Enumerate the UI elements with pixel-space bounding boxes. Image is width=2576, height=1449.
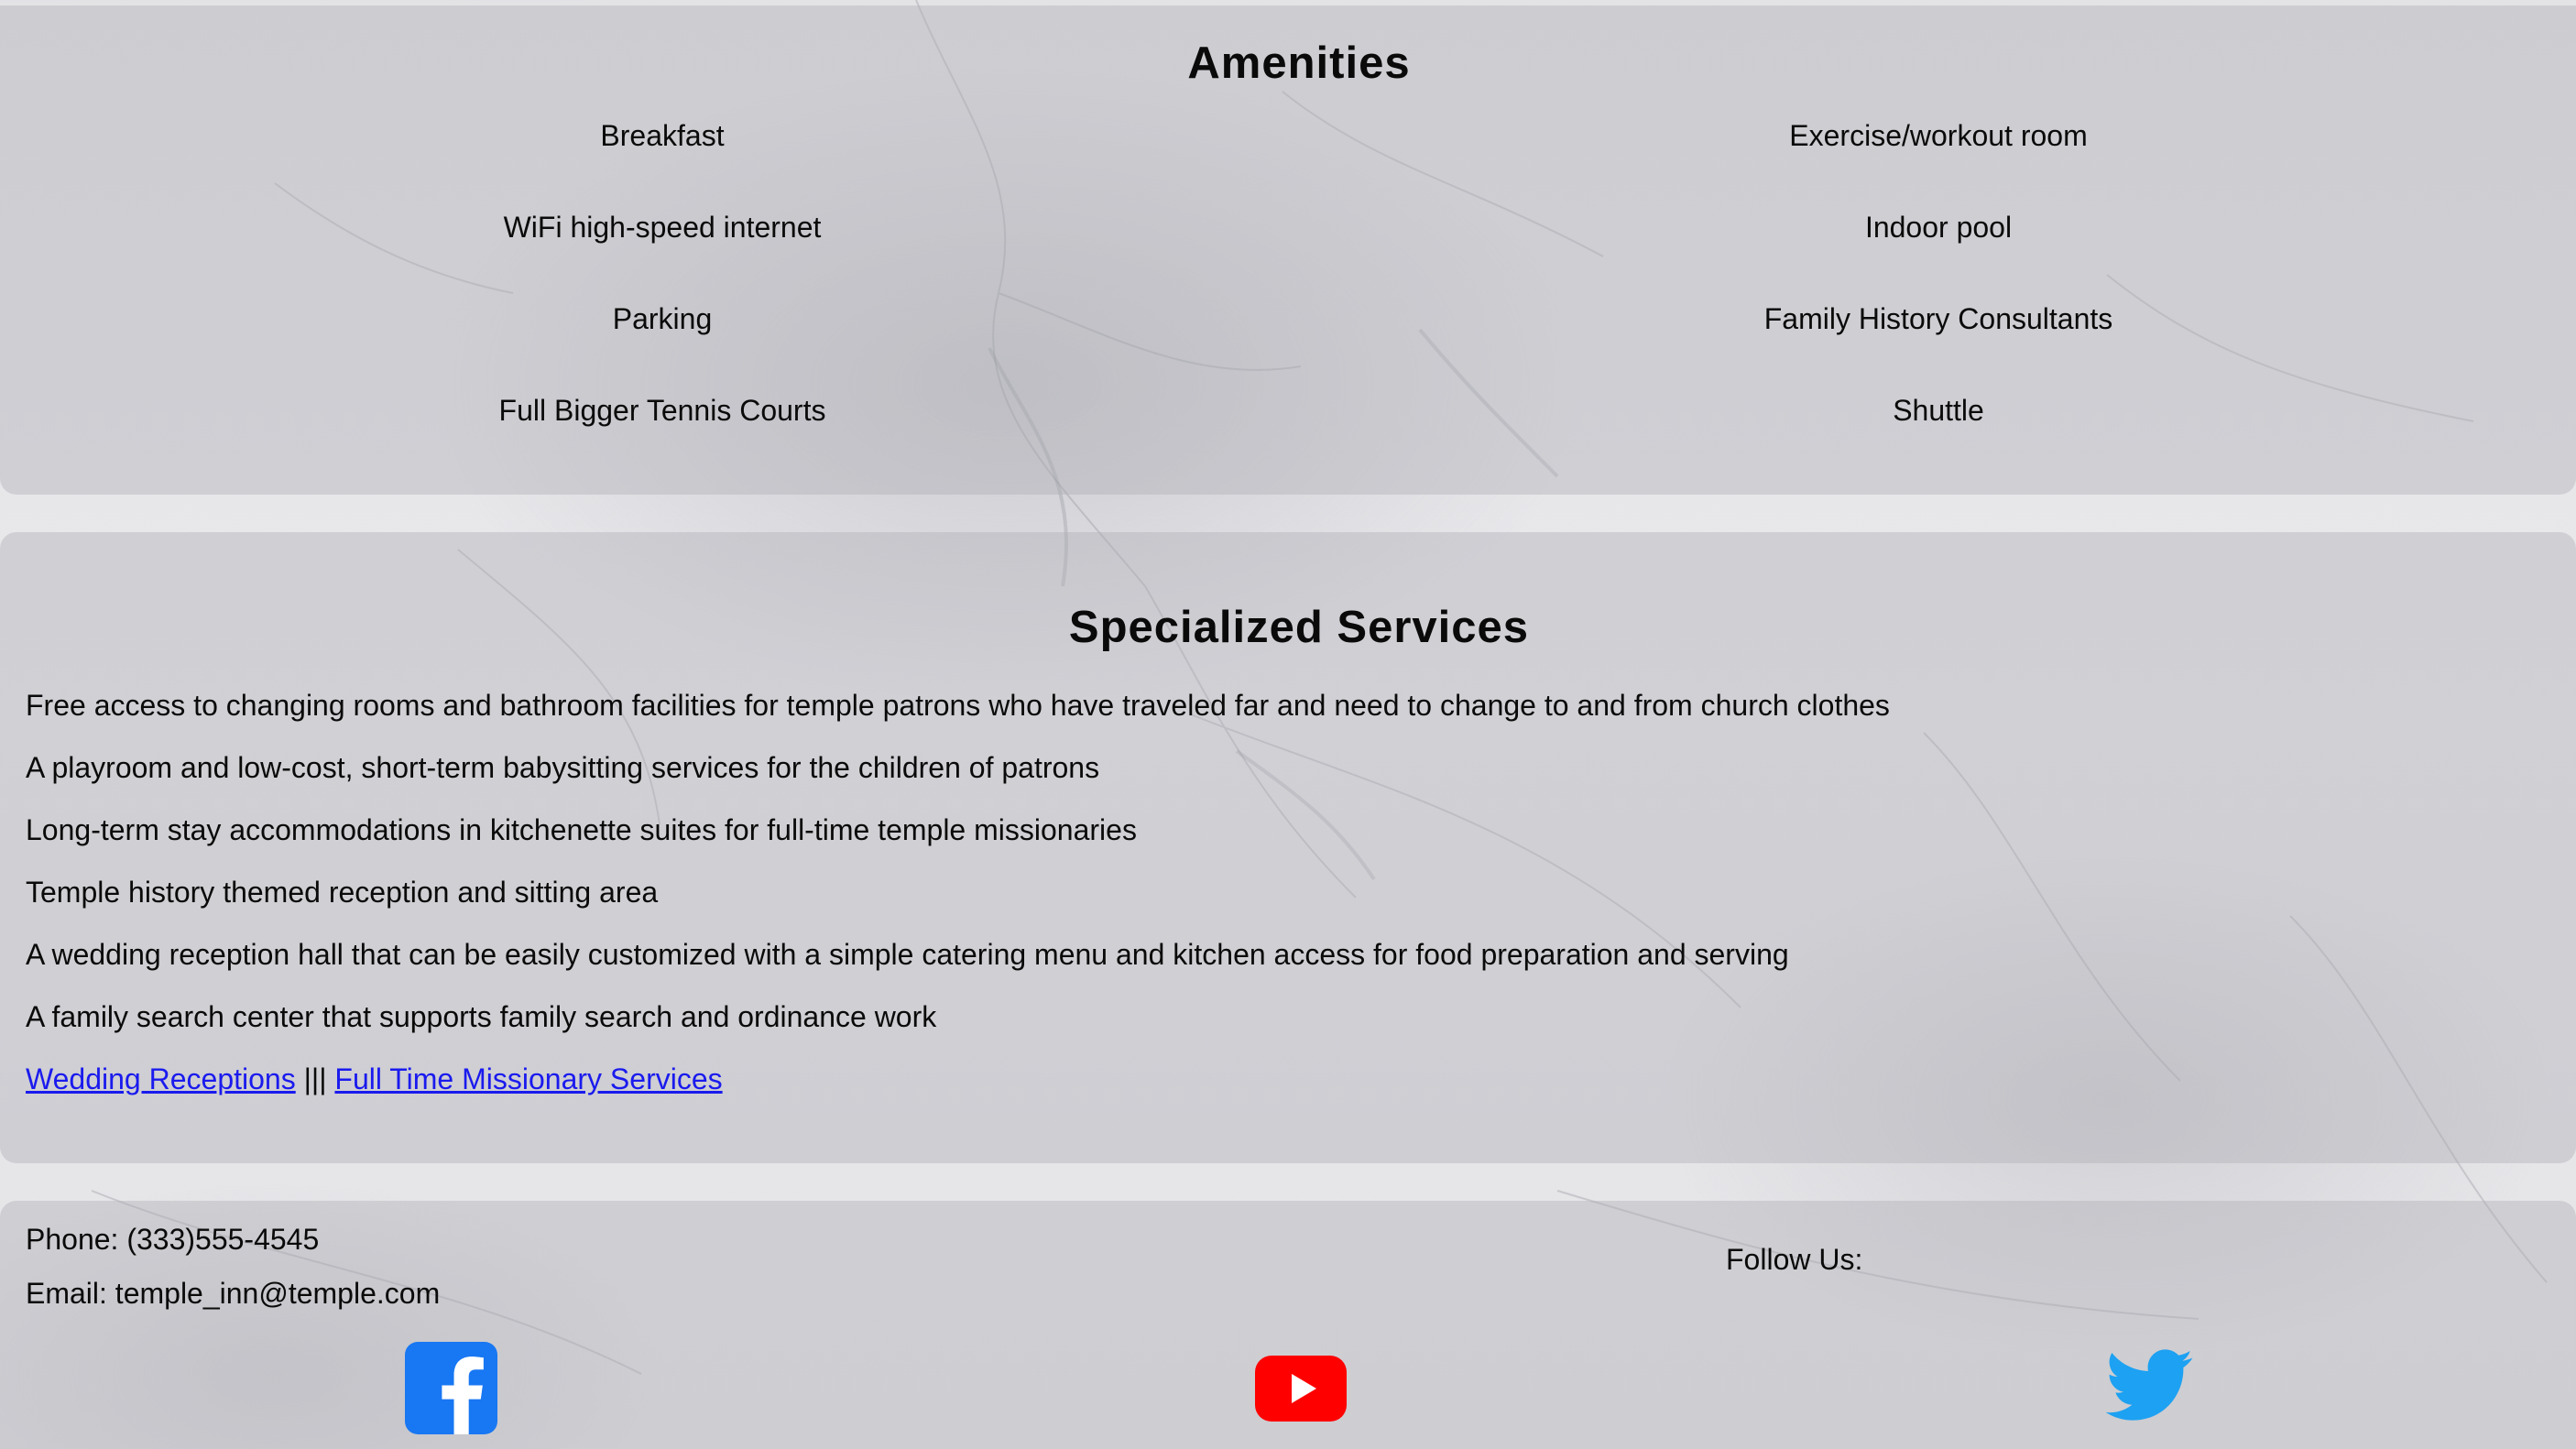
amenity-item: Full Bigger Tennis Courts [498,394,826,427]
amenity-item: WiFi high-speed internet [503,211,822,244]
amenity-item: Indoor pool [1864,211,2013,244]
amenity-item: Family History Consultants [1763,302,2113,335]
service-item: A playroom and low-cost, short-term baby… [26,751,1100,784]
amenity-item: Parking [612,302,713,335]
service-item: Long-term stay accommodations in kitchen… [26,813,1137,846]
service-item: Temple history themed reception and sitt… [26,876,659,909]
service-item: Free access to changing rooms and bathro… [26,689,1890,722]
service-links: Wedding Receptions ||| Full Time Mission… [26,1062,723,1096]
amenity-item: Exercise/workout room [1789,119,2088,152]
amenities-section: Amenities Breakfast WiFi high-speed inte… [0,5,2576,495]
amenity-item: Shuttle [1893,394,1984,427]
amenity-item: Breakfast [600,119,725,152]
wedding-receptions-link[interactable]: Wedding Receptions [26,1062,296,1095]
phone-text: Phone: (333)555-4545 [26,1223,320,1256]
service-item: A wedding reception hall that can be eas… [26,938,1789,971]
facebook-icon[interactable] [405,1342,497,1434]
amenities-title: Amenities [1187,38,1411,88]
twitter-icon[interactable] [2105,1349,2194,1422]
link-separator: ||| [295,1062,335,1095]
email-text: Email: temple_inn@temple.com [26,1277,441,1310]
services-title: Specialized Services [1068,603,1530,652]
missionary-services-link[interactable]: Full Time Missionary Services [334,1062,722,1095]
specialized-services-section: Specialized Services Free access to chan… [0,532,2576,1163]
youtube-icon[interactable] [1255,1356,1347,1422]
service-item: A family search center that supports fam… [26,1000,937,1033]
footer: Phone: (333)555-4545 Email: temple_inn@t… [0,1201,2576,1449]
follow-us-label: Follow Us: [1726,1243,1863,1276]
